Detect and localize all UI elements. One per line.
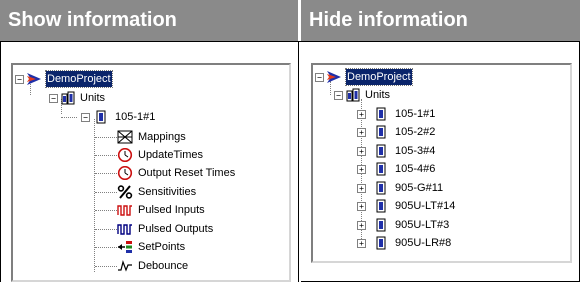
collapse-toggle[interactable]: −	[15, 75, 24, 84]
tree-node-label[interactable]: 105-2#2	[395, 124, 435, 140]
expand-toggle[interactable]: +	[357, 202, 366, 211]
tree-node-child[interactable]: Pulsed Inputs	[13, 202, 283, 218]
hide-tree-panel[interactable]: − DemoProject − Units + 105-1#1 + 105-2#…	[311, 63, 572, 263]
tree-node-label[interactable]: 905U-LT#14	[395, 198, 455, 214]
unit-icon	[376, 236, 386, 250]
pulsed-outputs-icon	[117, 224, 132, 235]
tree-node-unit[interactable]: + 905U-LT#14	[313, 198, 563, 214]
tree-node-unit[interactable]: + 105-4#6	[313, 161, 563, 177]
unit-icon	[376, 107, 386, 121]
tree-line	[61, 117, 77, 118]
tree-node-label[interactable]: 105-1#1	[395, 106, 435, 122]
mappings-icon	[117, 130, 133, 144]
tree-node-label[interactable]: Mappings	[138, 129, 186, 145]
tree-line	[95, 155, 117, 156]
units-icon	[346, 88, 360, 102]
tree-node-unit[interactable]: + 105-3#4	[313, 143, 563, 159]
tree-node-label[interactable]: Debounce	[138, 258, 188, 274]
tree-node-child[interactable]: UpdateTimes	[13, 147, 283, 163]
unit-icon	[376, 199, 386, 213]
tree-node-unit[interactable]: + 905-G#11	[313, 180, 563, 196]
tree-node-label[interactable]: 905U-LT#3	[395, 217, 449, 233]
tree-node-child[interactable]: Sensitivities	[13, 184, 283, 200]
table-rule-top	[0, 41, 580, 42]
tree-node-unit[interactable]: + 905U-LR#8	[313, 235, 563, 251]
unit-icon	[376, 144, 386, 158]
tree-node-child[interactable]: Debounce	[13, 258, 283, 274]
tree-node-label[interactable]: 905U-LR#8	[395, 235, 451, 251]
tree-node-child[interactable]: Mappings	[13, 129, 283, 145]
tree-node-label[interactable]: Pulsed Outputs	[138, 221, 213, 237]
tree-node-unit[interactable]: + 105-2#2	[313, 124, 563, 140]
unit-icon	[96, 110, 106, 124]
tree-node-unit[interactable]: + 105-1#1	[313, 106, 563, 122]
tree-node-unit[interactable]: + 905U-LT#3	[313, 217, 563, 233]
tree-line	[95, 266, 117, 267]
units-icon	[61, 91, 75, 105]
unit-icon	[376, 218, 386, 232]
table-rule-left	[0, 41, 1, 282]
tree-node-label[interactable]: DemoProject	[345, 68, 413, 86]
tree-node-root[interactable]: − DemoProject	[13, 70, 283, 88]
tree-node-root[interactable]: − DemoProject	[313, 68, 563, 86]
project-arrow-icon	[327, 71, 341, 83]
tree-node-label[interactable]: 905-G#11	[395, 180, 443, 196]
tree-line	[95, 137, 117, 138]
tree-node-label[interactable]: 105-1#1	[115, 109, 155, 125]
expand-toggle[interactable]: +	[357, 221, 366, 230]
tree-line	[95, 173, 117, 174]
tree-line	[95, 247, 117, 248]
hide-information-header: Hide information	[301, 0, 580, 41]
expand-toggle[interactable]: +	[357, 165, 366, 174]
expand-toggle[interactable]: +	[357, 147, 366, 156]
expand-toggle[interactable]: +	[357, 128, 366, 137]
collapse-toggle[interactable]: −	[315, 73, 324, 82]
tree-node-label[interactable]: DemoProject	[45, 70, 113, 88]
collapse-toggle[interactable]: −	[49, 94, 58, 103]
unit-icon	[376, 181, 386, 195]
tree-node-label[interactable]: Units	[80, 90, 105, 106]
table-rule-mid	[298, 41, 299, 282]
tree-node-label[interactable]: 105-4#6	[395, 161, 435, 177]
tree-node-unit[interactable]: − 105-1#1	[13, 109, 283, 125]
collapse-toggle[interactable]: −	[81, 113, 90, 122]
tree-node-label[interactable]: 105-3#4	[395, 143, 435, 159]
setpoints-icon	[118, 241, 132, 253]
debounce-icon	[118, 259, 132, 272]
collapse-toggle[interactable]: −	[334, 91, 343, 100]
tree-node-label[interactable]: SetPoints	[138, 239, 185, 255]
show-tree[interactable]: − DemoProject − Units − 105-1#1 Mappings…	[13, 65, 289, 280]
tree-node-child[interactable]: Output Reset Times	[13, 165, 283, 181]
pulsed-inputs-icon	[117, 205, 132, 216]
tree-line	[95, 210, 117, 211]
tree-node-label[interactable]: Pulsed Inputs	[138, 202, 205, 218]
expand-toggle[interactable]: +	[357, 184, 366, 193]
tree-line	[95, 192, 117, 193]
tree-node-child[interactable]: SetPoints	[13, 239, 283, 255]
tree-node-label[interactable]: Output Reset Times	[138, 165, 235, 181]
tree-node-units[interactable]: − Units	[313, 87, 563, 103]
tree-line	[95, 229, 117, 230]
tree-node-label[interactable]: Units	[365, 87, 390, 103]
unit-icon	[376, 125, 386, 139]
show-tree-panel[interactable]: − DemoProject − Units − 105-1#1 Mappings…	[11, 63, 291, 282]
percent-icon	[117, 185, 133, 199]
clock-icon	[117, 166, 133, 180]
hide-tree[interactable]: − DemoProject − Units + 105-1#1 + 105-2#…	[313, 65, 570, 261]
tree-node-label[interactable]: UpdateTimes	[138, 147, 203, 163]
expand-toggle[interactable]: +	[357, 239, 366, 248]
unit-icon	[376, 162, 386, 176]
expand-toggle[interactable]: +	[357, 110, 366, 119]
tree-node-child[interactable]: Pulsed Outputs	[13, 221, 283, 237]
show-information-header: Show information	[0, 0, 298, 41]
tree-node-label[interactable]: Sensitivities	[138, 184, 196, 200]
project-arrow-icon	[27, 73, 41, 85]
tree-node-units[interactable]: − Units	[13, 90, 283, 106]
clock-icon	[117, 148, 133, 162]
